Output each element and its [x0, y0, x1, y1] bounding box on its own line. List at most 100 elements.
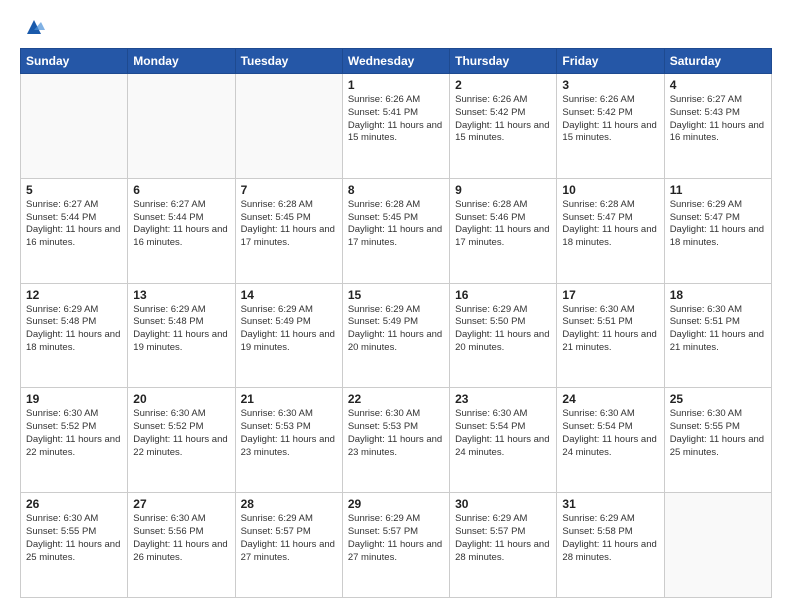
day-info: Sunrise: 6:29 AMSunset: 5:57 PMDaylight:… [241, 513, 337, 564]
day-number: 19 [26, 392, 122, 406]
day-number: 5 [26, 183, 122, 197]
day-info: Sunrise: 6:29 AMSunset: 5:58 PMDaylight:… [562, 513, 658, 564]
day-info: Sunrise: 6:30 AMSunset: 5:51 PMDaylight:… [670, 304, 766, 355]
day-number: 22 [348, 392, 444, 406]
day-header-friday: Friday [557, 49, 664, 74]
calendar-cell: 31 Sunrise: 6:29 AMSunset: 5:58 PMDayligh… [557, 493, 664, 598]
header [20, 18, 772, 38]
day-header-saturday: Saturday [664, 49, 771, 74]
calendar-cell [235, 74, 342, 179]
header-row: SundayMondayTuesdayWednesdayThursdayFrid… [21, 49, 772, 74]
calendar-cell: 12Sunrise: 6:29 AMSunset: 5:48 PMDayligh… [21, 283, 128, 388]
day-info: Sunrise: 6:30 AMSunset: 5:56 PMDaylight:… [133, 513, 229, 564]
day-info: Sunrise: 6:28 AMSunset: 5:45 PMDaylight:… [241, 199, 337, 250]
calendar-cell: 9Sunrise: 6:28 AMSunset: 5:46 PMDaylight… [450, 178, 557, 283]
day-number: 24 [562, 392, 658, 406]
day-info: Sunrise: 6:26 AMSunset: 5:41 PMDaylight:… [348, 94, 444, 145]
day-info: Sunrise: 6:29 AMSunset: 5:48 PMDaylight:… [26, 304, 122, 355]
day-info: Sunrise: 6:30 AMSunset: 5:54 PMDaylight:… [455, 408, 551, 459]
day-number: 18 [670, 288, 766, 302]
day-header-monday: Monday [128, 49, 235, 74]
calendar-cell: 16 Sunrise: 6:29 AMSunset: 5:50 PMDayligh… [450, 283, 557, 388]
day-number: 10 [562, 183, 658, 197]
page: SundayMondayTuesdayWednesdayThursdayFrid… [0, 0, 792, 612]
day-info: Sunrise: 6:29 AMSunset: 5:47 PMDaylight:… [670, 199, 766, 250]
day-info: Sunrise: 6:30 AMSunset: 5:51 PMDaylight:… [562, 304, 658, 355]
day-number: 3 [562, 78, 658, 92]
calendar-cell: 26Sunrise: 6:30 AMSunset: 5:55 PMDayligh… [21, 493, 128, 598]
day-number: 20 [133, 392, 229, 406]
day-number: 14 [241, 288, 337, 302]
day-info: Sunrise: 6:29 AMSunset: 5:57 PMDaylight:… [348, 513, 444, 564]
calendar-cell: 8 Sunrise: 6:28 AMSunset: 5:45 PMDaylight… [342, 178, 449, 283]
calendar-cell: 30 Sunrise: 6:29 AMSunset: 5:57 PMDayligh… [450, 493, 557, 598]
day-number: 21 [241, 392, 337, 406]
day-info: Sunrise: 6:27 AMSunset: 5:44 PMDaylight:… [26, 199, 122, 250]
day-header-thursday: Thursday [450, 49, 557, 74]
day-info: Sunrise: 6:29 AMSunset: 5:57 PMDaylight:… [455, 513, 551, 564]
week-row-2: 5 Sunrise: 6:27 AMSunset: 5:44 PMDaylight… [21, 178, 772, 283]
day-number: 11 [670, 183, 766, 197]
day-number: 6 [133, 183, 229, 197]
day-info: Sunrise: 6:29 AMSunset: 5:49 PMDaylight:… [241, 304, 337, 355]
logo-icon [23, 16, 45, 38]
day-number: 28 [241, 497, 337, 511]
calendar-cell [21, 74, 128, 179]
calendar-cell: 22 Sunrise: 6:30 AMSunset: 5:53 PMDayligh… [342, 388, 449, 493]
day-number: 4 [670, 78, 766, 92]
calendar-cell: 3 Sunrise: 6:26 AMSunset: 5:42 PMDaylight… [557, 74, 664, 179]
calendar-table: SundayMondayTuesdayWednesdayThursdayFrid… [20, 48, 772, 598]
calendar-cell: 4 Sunrise: 6:27 AMSunset: 5:43 PMDaylight… [664, 74, 771, 179]
day-number: 8 [348, 183, 444, 197]
day-number: 13 [133, 288, 229, 302]
day-info: Sunrise: 6:29 AMSunset: 5:50 PMDaylight:… [455, 304, 551, 355]
calendar-cell: 21 Sunrise: 6:30 AMSunset: 5:53 PMDayligh… [235, 388, 342, 493]
day-info: Sunrise: 6:30 AMSunset: 5:53 PMDaylight:… [348, 408, 444, 459]
day-info: Sunrise: 6:28 AMSunset: 5:45 PMDaylight:… [348, 199, 444, 250]
calendar-cell: 19 Sunrise: 6:30 AMSunset: 5:52 PMDayligh… [21, 388, 128, 493]
calendar-cell: 1Sunrise: 6:26 AMSunset: 5:41 PMDaylight… [342, 74, 449, 179]
calendar-cell: 5 Sunrise: 6:27 AMSunset: 5:44 PMDaylight… [21, 178, 128, 283]
day-number: 27 [133, 497, 229, 511]
calendar-cell: 13 Sunrise: 6:29 AMSunset: 5:48 PMDayligh… [128, 283, 235, 388]
day-info: Sunrise: 6:29 AMSunset: 5:48 PMDaylight:… [133, 304, 229, 355]
calendar-cell: 24 Sunrise: 6:30 AMSunset: 5:54 PMDayligh… [557, 388, 664, 493]
logo [20, 18, 45, 38]
day-info: Sunrise: 6:28 AMSunset: 5:46 PMDaylight:… [455, 199, 551, 250]
day-number: 31 [562, 497, 658, 511]
day-info: Sunrise: 6:30 AMSunset: 5:53 PMDaylight:… [241, 408, 337, 459]
day-info: Sunrise: 6:28 AMSunset: 5:47 PMDaylight:… [562, 199, 658, 250]
day-number: 7 [241, 183, 337, 197]
calendar-cell [128, 74, 235, 179]
day-number: 16 [455, 288, 551, 302]
day-number: 15 [348, 288, 444, 302]
calendar-cell: 2 Sunrise: 6:26 AMSunset: 5:42 PMDaylight… [450, 74, 557, 179]
day-number: 26 [26, 497, 122, 511]
day-info: Sunrise: 6:26 AMSunset: 5:42 PMDaylight:… [562, 94, 658, 145]
calendar-cell: 18 Sunrise: 6:30 AMSunset: 5:51 PMDayligh… [664, 283, 771, 388]
calendar-cell: 14 Sunrise: 6:29 AMSunset: 5:49 PMDayligh… [235, 283, 342, 388]
day-info: Sunrise: 6:26 AMSunset: 5:42 PMDaylight:… [455, 94, 551, 145]
day-number: 17 [562, 288, 658, 302]
day-info: Sunrise: 6:30 AMSunset: 5:52 PMDaylight:… [133, 408, 229, 459]
calendar-cell [664, 493, 771, 598]
calendar-cell: 28 Sunrise: 6:29 AMSunset: 5:57 PMDayligh… [235, 493, 342, 598]
week-row-5: 26Sunrise: 6:30 AMSunset: 5:55 PMDayligh… [21, 493, 772, 598]
calendar-cell: 10 Sunrise: 6:28 AMSunset: 5:47 PMDayligh… [557, 178, 664, 283]
week-row-4: 19 Sunrise: 6:30 AMSunset: 5:52 PMDayligh… [21, 388, 772, 493]
calendar-cell: 27 Sunrise: 6:30 AMSunset: 5:56 PMDayligh… [128, 493, 235, 598]
week-row-3: 12Sunrise: 6:29 AMSunset: 5:48 PMDayligh… [21, 283, 772, 388]
day-info: Sunrise: 6:27 AMSunset: 5:43 PMDaylight:… [670, 94, 766, 145]
calendar-cell: 7 Sunrise: 6:28 AMSunset: 5:45 PMDaylight… [235, 178, 342, 283]
calendar-cell: 11 Sunrise: 6:29 AMSunset: 5:47 PMDayligh… [664, 178, 771, 283]
calendar-cell: 15 Sunrise: 6:29 AMSunset: 5:49 PMDayligh… [342, 283, 449, 388]
day-header-sunday: Sunday [21, 49, 128, 74]
day-info: Sunrise: 6:30 AMSunset: 5:54 PMDaylight:… [562, 408, 658, 459]
calendar-cell: 23Sunrise: 6:30 AMSunset: 5:54 PMDayligh… [450, 388, 557, 493]
day-number: 29 [348, 497, 444, 511]
day-info: Sunrise: 6:30 AMSunset: 5:52 PMDaylight:… [26, 408, 122, 459]
day-number: 2 [455, 78, 551, 92]
calendar-cell: 25Sunrise: 6:30 AMSunset: 5:55 PMDayligh… [664, 388, 771, 493]
day-number: 30 [455, 497, 551, 511]
day-info: Sunrise: 6:29 AMSunset: 5:49 PMDaylight:… [348, 304, 444, 355]
